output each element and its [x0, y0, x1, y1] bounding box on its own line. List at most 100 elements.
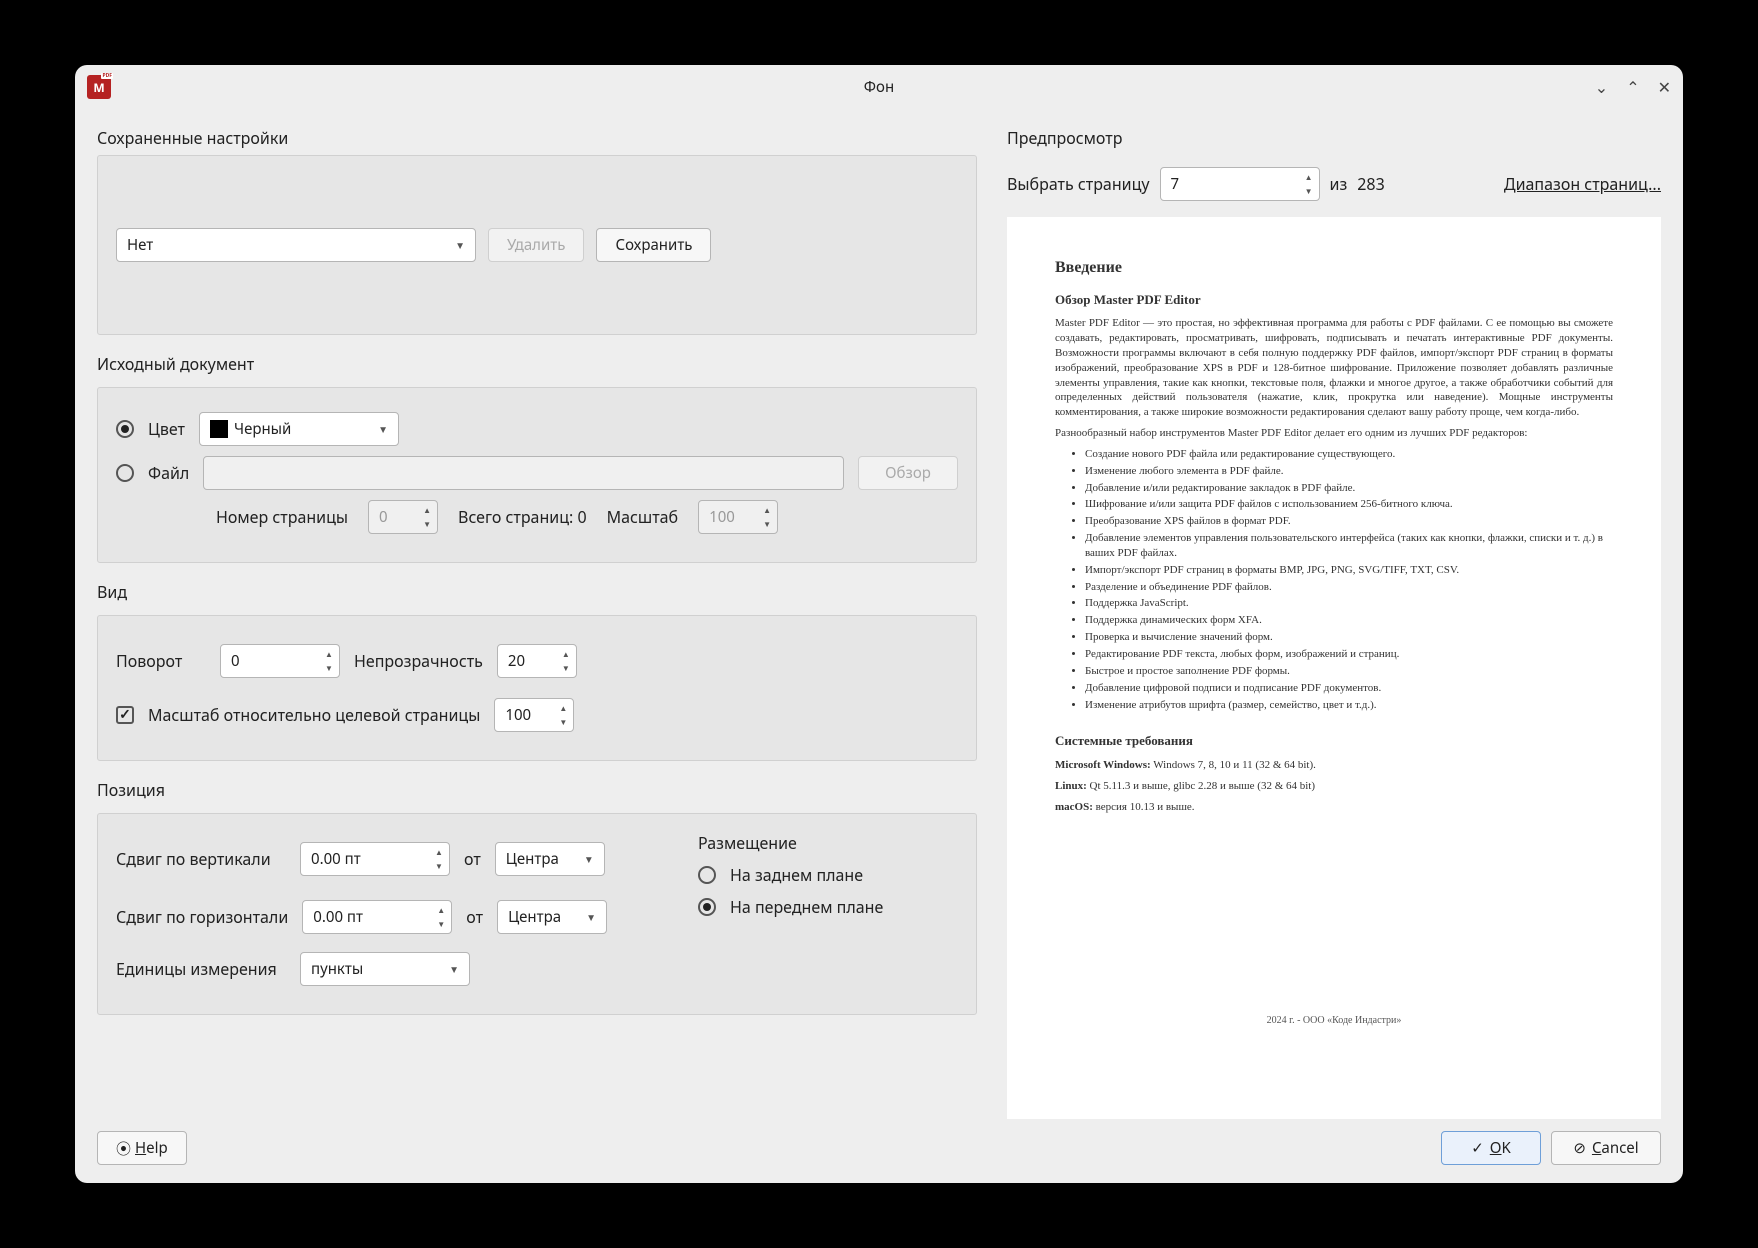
rotation-value: 0 [231, 651, 240, 671]
v-offset-value: 0.00 пт [311, 849, 361, 869]
chevron-down-icon: ▼ [449, 962, 459, 976]
page-range-link[interactable]: Диапазон страниц... [1504, 173, 1661, 195]
spin-up-icon[interactable]: ▲ [558, 647, 574, 661]
h-offset-spin[interactable]: 0.00 пт ▲▼ [302, 900, 452, 934]
list-item: Проверка и вычисление значений форм. [1085, 630, 1613, 645]
scale-relative-spin[interactable]: 100 ▲▼ [494, 698, 574, 732]
spin-down-icon[interactable]: ▼ [321, 661, 337, 675]
color-radio[interactable] [116, 420, 134, 438]
placement-back-radio[interactable] [698, 866, 716, 884]
spin-up-icon[interactable]: ▲ [431, 845, 447, 859]
color-combo[interactable]: Черный ▼ [199, 412, 399, 446]
maximize-icon[interactable]: ⌃ [1626, 76, 1639, 98]
color-swatch [210, 420, 228, 438]
h-offset-value: 0.00 пт [313, 907, 363, 927]
preview-footer: 2024 г. - ООО «Коде Индастри» [1055, 1014, 1613, 1028]
preview-p1: Master PDF Editor — это простая, но эффе… [1055, 316, 1613, 420]
cancel-button[interactable]: ⊘ Cancel [1551, 1131, 1661, 1165]
spin-down-icon[interactable]: ▼ [419, 517, 435, 531]
list-item: Добавление цифровой подписи и подписание… [1085, 681, 1613, 696]
placement-front-radio[interactable] [698, 898, 716, 916]
units-combo[interactable]: пункты ▼ [300, 952, 470, 986]
total-pages: 283 [1357, 173, 1384, 195]
from-label: от [464, 848, 481, 870]
h-from-combo[interactable]: Центра ▼ [497, 900, 607, 934]
opacity-spin[interactable]: 20 ▲▼ [497, 644, 577, 678]
source-doc-label: Исходный документ [97, 353, 977, 375]
bottom-bar: ⦿ Help ✓ OK ⊘ Cancel [75, 1119, 1683, 1183]
position-panel: Сдвиг по вертикали 0.00 пт ▲▼ от Центра … [97, 813, 977, 1015]
spin-down-icon[interactable]: ▼ [759, 517, 775, 531]
spin-up-icon[interactable]: ▲ [419, 503, 435, 517]
list-item: Разделение и объединение PDF файлов. [1085, 580, 1613, 595]
ok-button[interactable]: ✓ OK [1441, 1131, 1541, 1165]
v-offset-label: Сдвиг по вертикали [116, 848, 286, 870]
list-item: Преобразование XPS файлов в формат PDF. [1085, 514, 1613, 529]
spin-down-icon[interactable]: ▼ [433, 917, 449, 931]
spin-up-icon[interactable]: ▲ [1301, 170, 1317, 184]
preset-combo[interactable]: Нет ▼ [116, 228, 476, 262]
list-item: Быстрое и простое заполнение PDF формы. [1085, 664, 1613, 679]
window-title: Фон [75, 77, 1683, 97]
total-pages-label: Всего страниц: 0 [458, 506, 587, 528]
spin-up-icon[interactable]: ▲ [321, 647, 337, 661]
check-icon: ✓ [1471, 1138, 1484, 1158]
close-icon[interactable]: ✕ [1658, 76, 1671, 98]
saved-settings-panel: Нет ▼ Удалить Сохранить [97, 155, 977, 335]
list-item: Поддержка JavaScript. [1085, 596, 1613, 611]
page-number-spin[interactable]: 0 ▲▼ [368, 500, 438, 534]
delete-preset-button[interactable]: Удалить [488, 228, 584, 262]
preview-h3-2: Системные требования [1055, 732, 1613, 750]
titlebar: M Фон ⌄ ⌃ ✕ [75, 65, 1683, 109]
list-item: Импорт/экспорт PDF страниц в форматы BMP… [1085, 563, 1613, 578]
minimize-icon[interactable]: ⌄ [1595, 76, 1608, 98]
file-radio[interactable] [116, 464, 134, 482]
spin-down-icon[interactable]: ▼ [558, 661, 574, 675]
page-number-label: Номер страницы [216, 506, 348, 528]
help-button[interactable]: ⦿ Help [97, 1131, 187, 1165]
preview-page-spin[interactable]: 7 ▲▼ [1160, 167, 1320, 201]
spin-down-icon[interactable]: ▼ [431, 859, 447, 873]
list-item: Шифрование и/или защита PDF файлов с исп… [1085, 497, 1613, 512]
saved-settings-label: Сохраненные настройки [97, 127, 977, 149]
browse-button[interactable]: Обзор [858, 456, 958, 490]
chevron-down-icon: ▼ [586, 910, 596, 924]
h-offset-label: Сдвиг по горизонтали [116, 906, 288, 928]
spin-up-icon[interactable]: ▲ [759, 503, 775, 517]
scale-relative-checkbox[interactable] [116, 706, 134, 724]
placement-label: Размещение [698, 832, 958, 854]
chevron-down-icon: ▼ [378, 422, 388, 436]
spin-up-icon[interactable]: ▲ [555, 701, 571, 715]
color-name: Черный [234, 419, 291, 439]
preview-page-value: 7 [1171, 174, 1180, 194]
rotation-spin[interactable]: 0 ▲▼ [220, 644, 340, 678]
page-number-value: 0 [379, 507, 388, 527]
background-dialog: M Фон ⌄ ⌃ ✕ Сохраненные настройки Нет ▼ … [75, 65, 1683, 1183]
preset-value: Нет [127, 235, 153, 255]
v-from-combo[interactable]: Центра ▼ [495, 842, 605, 876]
spin-down-icon[interactable]: ▼ [555, 715, 571, 729]
preview-label: Предпросмотр [1007, 127, 1661, 149]
spin-up-icon[interactable]: ▲ [433, 903, 449, 917]
file-label: Файл [148, 462, 189, 484]
preview-req3: macOS: версия 10.13 и выше. [1055, 800, 1613, 815]
preview-bullets: Создание нового PDF файла или редактиров… [1055, 447, 1613, 713]
list-item: Изменение любого элемента в PDF файле. [1085, 464, 1613, 479]
preview-req2: Linux: Qt 5.11.3 и выше, glibc 2.28 и вы… [1055, 779, 1613, 794]
save-preset-button[interactable]: Сохранить [596, 228, 711, 262]
select-page-label: Выбрать страницу [1007, 173, 1150, 195]
file-path-input[interactable] [203, 456, 844, 490]
list-item: Создание нового PDF файла или редактиров… [1085, 447, 1613, 462]
spin-down-icon[interactable]: ▼ [1301, 184, 1317, 198]
units-label: Единицы измерения [116, 958, 286, 980]
preview-req1: Microsoft Windows: Windows 7, 8, 10 и 11… [1055, 758, 1613, 773]
h-from-value: Центра [508, 907, 561, 927]
preview-p2: Разнообразный набор инструментов Master … [1055, 426, 1613, 441]
color-label: Цвет [148, 418, 185, 440]
source-scale-value: 100 [709, 507, 735, 527]
v-offset-spin[interactable]: 0.00 пт ▲▼ [300, 842, 450, 876]
scale-relative-label: Масштаб относительно целевой страницы [148, 704, 480, 726]
scale-relative-value: 100 [505, 705, 531, 725]
source-scale-spin[interactable]: 100 ▲▼ [698, 500, 778, 534]
list-item: Редактирование PDF текста, любых форм, и… [1085, 647, 1613, 662]
